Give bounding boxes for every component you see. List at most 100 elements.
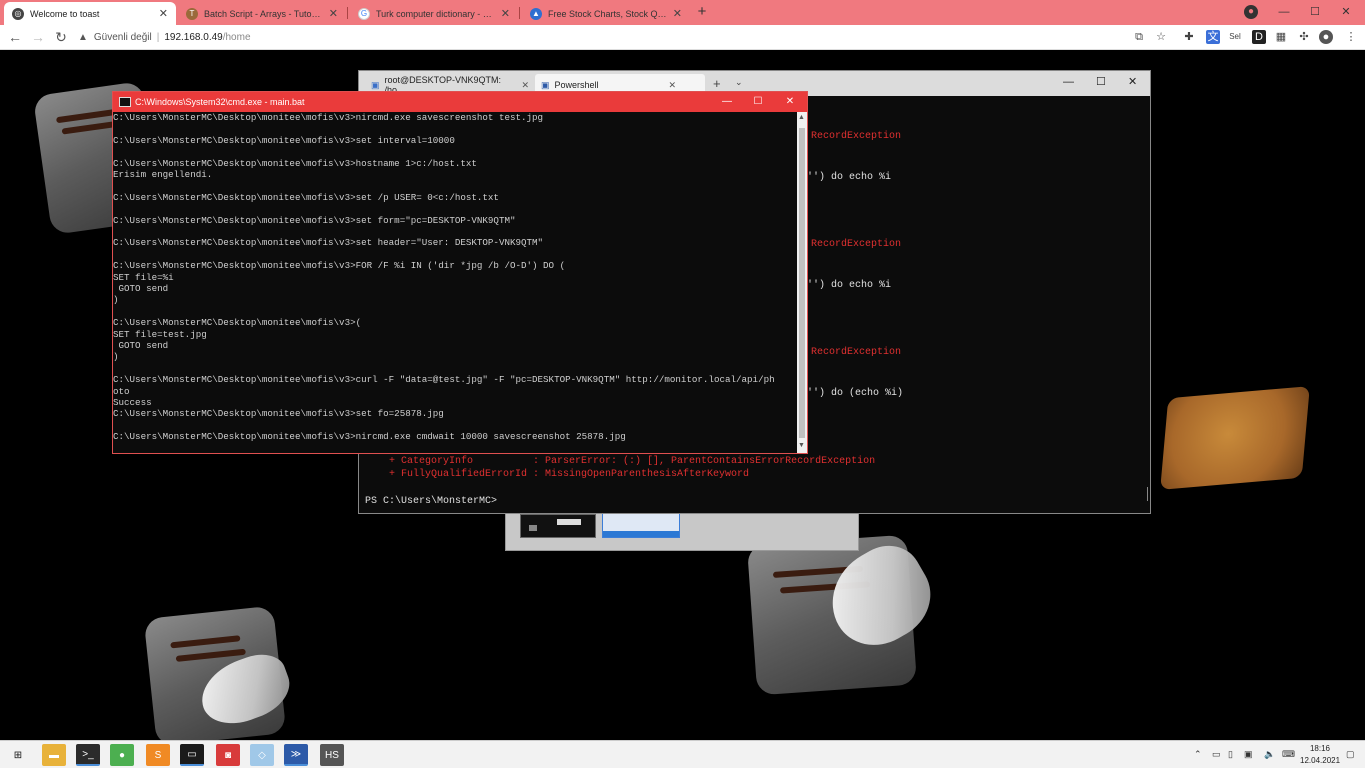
cmd-window-title: C:\Windows\System32\cmd.exe - main.bat bbox=[135, 97, 305, 107]
terminal-icon[interactable]: >_ bbox=[76, 744, 100, 766]
network-icon[interactable]: ▭ bbox=[1212, 749, 1221, 760]
translate-icon[interactable]: ⧉ bbox=[1132, 30, 1146, 44]
cmd-output-line bbox=[113, 443, 797, 453]
volume-icon[interactable]: 🔈 bbox=[1264, 749, 1275, 760]
chart-icon: ▲ bbox=[530, 7, 542, 20]
monitor-icon[interactable]: ▣ bbox=[1244, 749, 1253, 760]
scrollbar-thumb[interactable] bbox=[799, 128, 805, 438]
extensions-puzzle-icon[interactable]: ✣ bbox=[1297, 30, 1311, 44]
maximize-button[interactable]: ☐ bbox=[1305, 3, 1325, 21]
scroll-up-icon[interactable]: ▲ bbox=[798, 114, 805, 121]
keyboard-icon[interactable]: ⌨ bbox=[1282, 749, 1295, 760]
google-translate-icon[interactable]: 文 bbox=[1206, 30, 1220, 44]
notifications-icon[interactable]: ▢ bbox=[1346, 749, 1355, 760]
battery-icon[interactable]: ▯ bbox=[1228, 749, 1233, 760]
close-tab-icon[interactable]: ✕ bbox=[501, 7, 510, 20]
ps-close-button[interactable]: ✕ bbox=[1128, 75, 1137, 88]
screenshot-tool-icon[interactable]: ◙ bbox=[216, 744, 240, 766]
hs-app-icon[interactable]: HS bbox=[320, 744, 344, 766]
cmd-output-line: C:\Users\MonsterMC\Desktop\monitee\mofis… bbox=[113, 112, 544, 123]
tab-batch-script[interactable]: T Batch Script - Arrays - Tutorialsp ✕ bbox=[178, 2, 346, 25]
cmd-minimize-button[interactable]: — bbox=[713, 93, 741, 111]
tab-title: Batch Script - Arrays - Tutorialsp bbox=[204, 8, 323, 19]
cmd-output-line: SET file=%i bbox=[113, 271, 174, 283]
cmd-output-line: C:\Users\MonsterMC\Desktop\monitee\mofis… bbox=[113, 134, 455, 146]
profile-avatar[interactable]: ● bbox=[1319, 30, 1333, 44]
terminal-output-line: '') do (echo %i) bbox=[807, 388, 904, 399]
chevron-down-icon[interactable]: ⌄ bbox=[735, 77, 743, 88]
new-tab-button[interactable]: + bbox=[694, 4, 710, 20]
tray-chevron-icon[interactable]: ⌃ bbox=[1194, 749, 1202, 760]
cmd-output-line: C:\Users\MonsterMC\Desktop\monitee\mofis… bbox=[113, 157, 477, 169]
cmd-output-line bbox=[113, 249, 797, 260]
cmd-output-line: C:\Users\MonsterMC\Desktop\monitee\mofis… bbox=[113, 237, 544, 249]
terminal-output-line: RecordException bbox=[811, 239, 902, 250]
tab-search-icon[interactable]: ● bbox=[1244, 5, 1258, 19]
grid-extension-icon[interactable]: ▦ bbox=[1274, 30, 1288, 44]
system-clock[interactable]: 18:16 12.04.2021 bbox=[1300, 743, 1340, 767]
command-prompt-icon[interactable]: ▭ bbox=[180, 744, 204, 766]
cmd-close-button[interactable]: ✕ bbox=[776, 93, 804, 111]
tab-divider bbox=[519, 7, 520, 19]
tab-welcome-to-toast[interactable]: ◎ Welcome to toast ✕ bbox=[4, 2, 176, 25]
windows-taskbar: ⊞ ▬ >_ ● S ▭ ◙ ◇ ≫ HS ⌃ ▭ ▯ ▣ 🔈 ⌨ 18:16 12.04.202… bbox=[0, 740, 1365, 768]
new-terminal-tab-button[interactable]: + bbox=[713, 76, 721, 91]
tutorialspoint-icon: T bbox=[186, 7, 198, 20]
close-tab-icon[interactable]: ✕ bbox=[521, 80, 529, 91]
sel-extension-icon[interactable]: Sel bbox=[1228, 30, 1242, 44]
tab-title: Turk computer dictionary - Goo bbox=[376, 8, 495, 19]
terminal-output-line: RecordException bbox=[811, 347, 902, 358]
cmd-output-line: SET file=test.jpg bbox=[113, 328, 207, 340]
cmd-window-thumbnail[interactable] bbox=[520, 514, 596, 538]
cmd-output-line: C:\Users\MonsterMC\Desktop\monitee\mofis… bbox=[113, 191, 499, 203]
dark-extension-icon[interactable]: D bbox=[1252, 30, 1266, 44]
terminal-scrollbar[interactable] bbox=[1147, 487, 1148, 501]
plus-extension-icon[interactable]: ✚ bbox=[1182, 30, 1196, 44]
reload-icon[interactable]: ↻ bbox=[52, 28, 70, 46]
security-status[interactable]: Güvenli değil bbox=[94, 32, 152, 43]
close-button[interactable]: ✕ bbox=[1336, 3, 1356, 21]
scroll-down-icon[interactable]: ▼ bbox=[798, 442, 805, 449]
minimize-button[interactable]: — bbox=[1274, 3, 1294, 21]
toast-slice-image bbox=[1160, 386, 1310, 490]
close-tab-icon[interactable]: ✕ bbox=[159, 7, 168, 20]
cmd-window: C:\Windows\System32\cmd.exe - main.bat —… bbox=[112, 91, 808, 454]
cmd-output-line: C:\Users\MonsterMC\Desktop\monitee\mofis… bbox=[113, 214, 516, 226]
tab-title: Powershell bbox=[554, 80, 599, 90]
cmd-titlebar: C:\Windows\System32\cmd.exe - main.bat —… bbox=[113, 92, 807, 112]
cmd-maximize-button[interactable]: ☐ bbox=[744, 93, 772, 111]
terminal-error-line: + CategoryInfo : ParserError: (:) [], Pa… bbox=[365, 456, 876, 467]
tab-turk-dictionary[interactable]: G Turk computer dictionary - Goo ✕ bbox=[350, 2, 518, 25]
menu-dots-icon[interactable]: ⋮ bbox=[1344, 30, 1358, 44]
cmd-output-line: GOTO send bbox=[113, 283, 169, 294]
ps-minimize-button[interactable]: — bbox=[1063, 76, 1074, 88]
cmd-output-line: ) bbox=[113, 351, 119, 363]
address-bar[interactable]: ▲ Güvenli değil | 192.168.0.49 /home bbox=[78, 28, 1128, 47]
cmd-output-line: oto bbox=[113, 385, 130, 397]
tab-stock-charts[interactable]: ▲ Free Stock Charts, Stock Quotes ✕ bbox=[522, 2, 690, 25]
start-button-icon[interactable]: ⊞ bbox=[6, 744, 30, 766]
back-arrow-icon[interactable]: ← bbox=[6, 28, 24, 46]
close-tab-icon[interactable]: ✕ bbox=[669, 80, 677, 91]
ps-maximize-button[interactable]: ☐ bbox=[1096, 75, 1106, 88]
browser-window-thumbnail[interactable] bbox=[602, 512, 680, 538]
cmd-output-line: C:\Users\MonsterMC\Desktop\monitee\mofis… bbox=[113, 374, 775, 386]
tab-divider bbox=[347, 7, 348, 19]
cmd-console-output[interactable]: C:\Users\MonsterMC\Desktop\monitee\mofis… bbox=[113, 112, 797, 453]
url-path: /home bbox=[222, 32, 251, 43]
cmd-output-line: C:\Users\MonsterMC\Desktop\monitee\mofis… bbox=[113, 317, 362, 329]
cmd-scrollbar[interactable]: ▲ ▼ bbox=[797, 112, 807, 453]
paint-tool-icon[interactable]: ◇ bbox=[250, 744, 274, 766]
sublime-text-icon[interactable]: S bbox=[146, 744, 170, 766]
file-explorer-icon[interactable]: ▬ bbox=[42, 744, 66, 766]
close-tab-icon[interactable]: ✕ bbox=[329, 7, 338, 20]
cmd-output-line: C:\Users\MonsterMC\Desktop\monitee\mofis… bbox=[113, 260, 566, 272]
clock-date: 12.04.2021 bbox=[1300, 756, 1341, 765]
forward-arrow-icon[interactable]: → bbox=[29, 28, 47, 46]
cmd-output-line: Success bbox=[113, 397, 152, 409]
powershell-icon[interactable]: ≫ bbox=[284, 744, 308, 766]
terminal-prompt[interactable]: PS C:\Users\MonsterMC> bbox=[365, 495, 497, 508]
close-tab-icon[interactable]: ✕ bbox=[673, 7, 682, 20]
chrome-icon[interactable]: ● bbox=[110, 744, 134, 766]
bookmark-star-icon[interactable]: ☆ bbox=[1154, 30, 1168, 44]
